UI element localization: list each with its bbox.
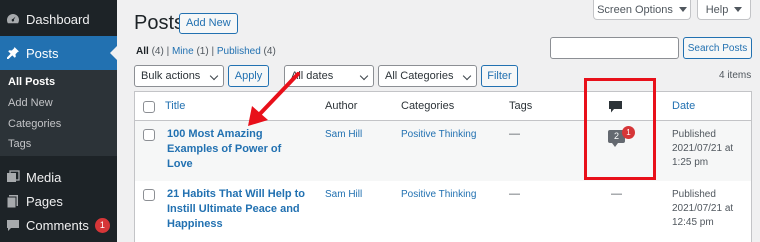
pin-icon: [6, 46, 20, 60]
screen-options-label: Screen Options: [597, 3, 673, 16]
view-mine-count: (1): [196, 46, 209, 57]
posts-table: Title Author Categories Tags Date 100 Mo…: [134, 91, 752, 242]
post-date: Published 2021/07/21 at 1:25 pm: [672, 128, 752, 170]
column-title[interactable]: Title: [165, 100, 185, 112]
main-content: Posts Add New Screen Options Help All (4…: [117, 0, 760, 242]
comments-count-badge: 1: [94, 217, 110, 233]
post-title-link[interactable]: 100 Most Amazing Examples of Power of Lo…: [167, 127, 309, 172]
row-checkbox[interactable]: [143, 129, 155, 141]
menu-posts[interactable]: Posts: [0, 36, 117, 70]
submenu-all-posts[interactable]: All Posts: [8, 76, 55, 88]
add-new-button[interactable]: Add New: [179, 13, 238, 34]
comments-column-icon[interactable]: [609, 101, 622, 113]
post-date-status: Published: [672, 189, 716, 200]
chevron-down-icon: [359, 71, 369, 81]
caret-down-icon: [678, 7, 687, 12]
pending-comments-badge[interactable]: 1: [622, 126, 635, 139]
column-date[interactable]: Date: [672, 100, 695, 112]
comment-icon: [6, 218, 20, 232]
post-category-link[interactable]: Positive Thinking: [401, 129, 476, 140]
post-author-link[interactable]: Sam Hill: [325, 189, 362, 200]
post-date-time: 12:45 pm: [672, 217, 714, 228]
row-checkbox[interactable]: [143, 189, 155, 201]
current-menu-caret: [110, 46, 117, 60]
menu-pages-label: Pages: [26, 193, 63, 209]
submenu-tags[interactable]: Tags: [8, 138, 31, 150]
post-date-day: 2021/07/21 at: [672, 203, 734, 214]
media-icon: [6, 170, 20, 184]
search-posts-button[interactable]: Search Posts: [683, 37, 752, 59]
table-row: 100 Most Amazing Examples of Power of Lo…: [135, 121, 751, 181]
menu-posts-label: Posts: [26, 45, 59, 61]
column-categories: Categories: [401, 100, 455, 112]
submenu-add-new[interactable]: Add New: [8, 97, 53, 109]
pages-icon: [6, 194, 20, 208]
filter-button[interactable]: Filter: [481, 65, 518, 87]
column-author: Author: [325, 100, 358, 112]
comment-bubble-tail: [612, 143, 618, 147]
posts-submenu: All Posts Add New Categories Tags: [0, 70, 117, 156]
post-tags: —: [509, 188, 520, 200]
menu-media-label: Media: [26, 169, 62, 185]
post-comments-none: —: [611, 188, 622, 200]
page-title: Posts: [134, 12, 185, 34]
dashboard-icon: [6, 12, 20, 26]
bulk-actions-value: Bulk actions: [141, 70, 201, 82]
admin-sidebar: Dashboard Posts All Posts Add New Catego…: [0, 0, 117, 242]
table-row: 21 Habits That Will Help to Instill Ulti…: [135, 181, 751, 242]
category-filter-value: All Categories: [385, 70, 454, 82]
post-date-status: Published: [672, 129, 716, 140]
view-all-count: (4): [151, 46, 164, 57]
column-tags: Tags: [509, 100, 533, 112]
post-date: Published 2021/07/21 at 12:45 pm: [672, 188, 752, 230]
view-mine-link[interactable]: Mine: [172, 46, 194, 57]
post-date-day: 2021/07/21 at: [672, 143, 734, 154]
items-count: 4 items: [719, 70, 752, 81]
apply-button[interactable]: Apply: [228, 65, 269, 87]
caret-down-icon: [734, 7, 743, 12]
help-tab[interactable]: Help: [697, 0, 751, 20]
post-tags: —: [509, 128, 520, 140]
select-all-checkbox[interactable]: [143, 101, 155, 113]
post-date-time: 1:25 pm: [672, 157, 709, 168]
bulk-actions-select[interactable]: Bulk actions: [134, 65, 224, 87]
help-label: Help: [705, 3, 729, 16]
date-filter-select[interactable]: All dates: [284, 65, 374, 87]
post-category-link[interactable]: Positive Thinking: [401, 189, 476, 200]
search-input[interactable]: [550, 37, 679, 59]
submenu-categories[interactable]: Categories: [8, 118, 61, 130]
post-status-views: All (4) | Mine (1) | Published (4): [136, 46, 276, 57]
menu-dashboard[interactable]: Dashboard: [0, 2, 117, 36]
view-published-link[interactable]: Published: [217, 46, 261, 57]
menu-dashboard-label: Dashboard: [26, 11, 90, 27]
chevron-down-icon: [209, 71, 219, 81]
post-title-link[interactable]: 21 Habits That Will Help to Instill Ulti…: [167, 187, 309, 232]
screen-options-tab[interactable]: Screen Options: [593, 0, 691, 20]
date-filter-value: All dates: [291, 70, 334, 82]
view-all-link[interactable]: All: [136, 46, 149, 57]
category-filter-select[interactable]: All Categories: [378, 65, 477, 87]
post-author-link[interactable]: Sam Hill: [325, 129, 362, 140]
menu-comments-label: Comments: [26, 217, 89, 233]
view-published-count: (4): [263, 46, 276, 57]
menu-comments[interactable]: Comments 1: [0, 208, 117, 242]
table-header: Title Author Categories Tags Date: [135, 92, 751, 121]
chevron-down-icon: [462, 71, 472, 81]
